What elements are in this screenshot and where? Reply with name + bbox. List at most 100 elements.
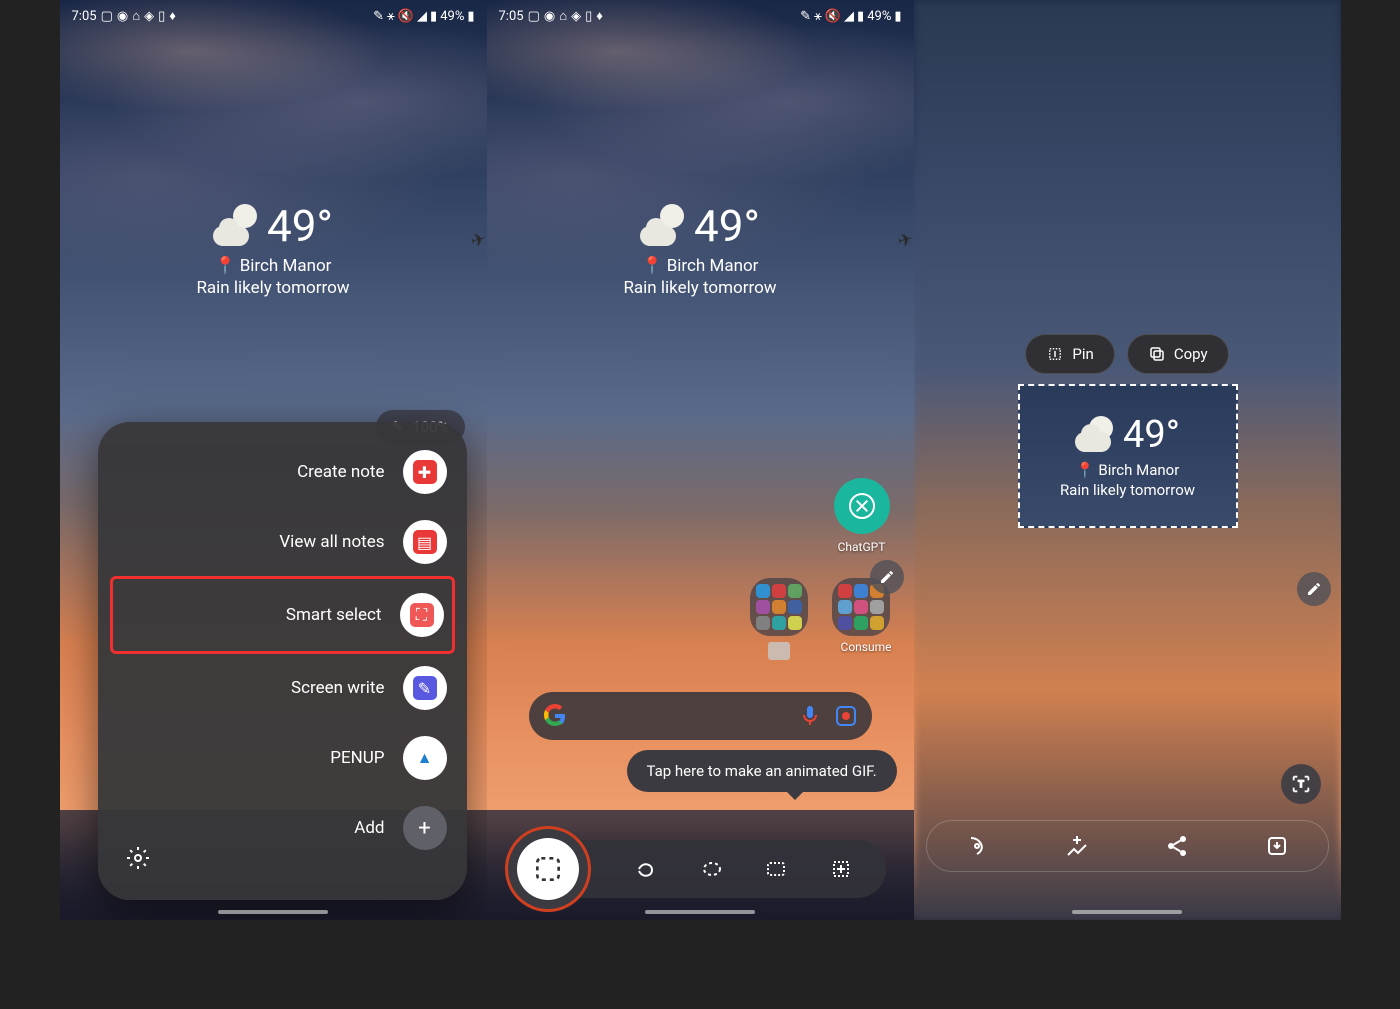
- copy-chip-icon: [1148, 345, 1166, 363]
- rect-select-button[interactable]: [505, 826, 591, 912]
- share-icon[interactable]: [1165, 834, 1189, 858]
- extract-text-button[interactable]: T: [1281, 764, 1321, 804]
- battery-icon: ▮: [894, 9, 901, 24]
- app-icon: ♦: [596, 8, 603, 24]
- google-search-bar[interactable]: [529, 692, 872, 740]
- wifi-icon: ◢: [417, 9, 427, 24]
- weather-icon: [640, 204, 684, 248]
- mute-icon: 🔇: [398, 9, 414, 24]
- ac-penup[interactable]: PENUP ▲: [118, 736, 447, 780]
- save-icon[interactable]: [1265, 834, 1289, 858]
- signal-icon: ▮: [857, 9, 864, 24]
- gallery-icon: ▢: [528, 9, 540, 24]
- ac-label: Screen write: [291, 678, 384, 698]
- ac-create-note[interactable]: Create note ✚: [118, 450, 447, 494]
- edit-button[interactable]: [1297, 572, 1331, 606]
- edit-button[interactable]: [870, 560, 904, 594]
- home-icon: ⌂: [132, 8, 140, 24]
- weather-location: 📍 Birch Manor: [487, 256, 914, 276]
- pin-copy-actions: Pin Copy: [914, 334, 1341, 374]
- oval-icon[interactable]: [700, 857, 724, 881]
- panel-selection-result: Pin Copy 49° 📍 Birch Manor Rain likely t…: [914, 0, 1341, 920]
- air-command-menu: Create note ✚ View all notes ▤ Smart sel…: [98, 422, 467, 900]
- screen-write-icon: ✎: [413, 676, 437, 700]
- nav-indicator[interactable]: [645, 910, 755, 914]
- battery-icon: ▮: [467, 9, 474, 24]
- gif-tooltip: Tap here to make an animated GIF.: [627, 750, 897, 792]
- pin-icon: 📍: [215, 256, 236, 276]
- battery-icon: ▯: [585, 9, 592, 24]
- smart-select-icon: ⛶: [410, 603, 434, 627]
- ac-label: Create note: [297, 462, 384, 482]
- svg-text:T: T: [1298, 780, 1304, 790]
- temperature: 49°: [267, 200, 333, 252]
- app-label: ChatGPT: [834, 540, 890, 554]
- panel-air-command: 7:05 ▢ ◉ ⌂ ◈ ▯ ♦ ✎ ⚹ 🔇 ◢ ▮ 49% ▮ 49° 📍 B…: [60, 0, 487, 920]
- gallery-icon: ▢: [101, 9, 113, 24]
- weather-icon: [1075, 416, 1113, 454]
- ac-smart-select[interactable]: Smart select ⛶: [121, 593, 444, 637]
- note-plus-icon: ✚: [413, 460, 437, 484]
- weather-location: 📍 Birch Manor: [60, 256, 487, 276]
- plus-icon: +: [413, 816, 437, 840]
- status-bar: 7:05 ▢ ◉ ⌂ ◈ ▯ ♦ ✎ ⚹ 🔇 ◢ ▮ 49% ▮: [487, 0, 914, 32]
- rect-icon: [532, 853, 564, 885]
- battery-percent: 49%: [440, 9, 464, 24]
- weather-icon: [213, 204, 257, 248]
- ac-add[interactable]: Add +: [118, 806, 447, 850]
- camera-icon[interactable]: [768, 642, 790, 660]
- nav-indicator[interactable]: [218, 910, 328, 914]
- pin-button[interactable]: Pin: [1025, 334, 1114, 374]
- shield-icon: ◈: [571, 9, 581, 24]
- status-bar: 7:05 ▢ ◉ ⌂ ◈ ▯ ♦ ✎ ⚹ 🔇 ◢ ▮ 49% ▮: [60, 0, 487, 32]
- extract-icon[interactable]: [965, 834, 989, 858]
- ac-label: PENUP: [330, 748, 384, 768]
- ac-view-notes[interactable]: View all notes ▤: [118, 520, 447, 564]
- panel-smart-select: 7:05 ▢ ◉ ⌂ ◈ ▯ ♦ ✎ ⚹ 🔇 ◢ ▮ 49% ▮ 49° 📍 B…: [487, 0, 914, 920]
- penup-icon: ▲: [413, 746, 437, 770]
- bluetooth-icon: ⚹: [387, 9, 395, 24]
- ac-screen-write[interactable]: Screen write ✎: [118, 666, 447, 710]
- extract-text-icon: T: [1290, 773, 1312, 795]
- pin-select-icon[interactable]: [829, 857, 853, 881]
- app-folder[interactable]: [750, 578, 808, 636]
- draw-icon[interactable]: [1065, 834, 1089, 858]
- action-bar: [926, 820, 1329, 872]
- copy-button[interactable]: Copy: [1127, 334, 1229, 374]
- weather-location: 📍 Birch Manor: [1076, 461, 1180, 479]
- ac-label: Add: [354, 818, 384, 838]
- wifi-icon: ◢: [844, 9, 854, 24]
- mic-icon[interactable]: [798, 704, 822, 728]
- smart-select-highlight: Smart select ⛶: [110, 576, 455, 654]
- pen-status-icon: ✎: [800, 9, 811, 24]
- weather-forecast: Rain likely tomorrow: [487, 278, 914, 298]
- app-chatgpt[interactable]: ChatGPT: [834, 478, 890, 554]
- folder-label: Consume: [841, 640, 892, 654]
- app-icon: ♦: [169, 8, 176, 24]
- weather-forecast: Rain likely tomorrow: [60, 278, 487, 298]
- pin-icon: 📍: [1076, 461, 1095, 479]
- pen-status-icon: ✎: [373, 9, 384, 24]
- nav-indicator[interactable]: [1072, 910, 1182, 914]
- pin-icon: 📍: [642, 256, 663, 276]
- temperature: 49°: [1123, 413, 1180, 457]
- ac-label: Smart select: [286, 605, 382, 625]
- weather-widget[interactable]: 49° 📍 Birch Manor Rain likely tomorrow: [60, 200, 487, 298]
- pin-chip-icon: [1046, 345, 1064, 363]
- temperature: 49°: [694, 200, 760, 252]
- lens-icon[interactable]: [834, 704, 858, 728]
- selection-preview[interactable]: 49° 📍 Birch Manor Rain likely tomorrow: [1018, 384, 1238, 528]
- shield-icon: ◈: [144, 9, 154, 24]
- notes-icon: ▤: [413, 530, 437, 554]
- gif-icon[interactable]: [764, 857, 788, 881]
- mute-icon: 🔇: [825, 9, 841, 24]
- google-icon: [543, 704, 567, 728]
- settings-button[interactable]: [126, 846, 150, 870]
- chatgpt-icon: [834, 478, 890, 534]
- battery-percent: 49%: [867, 9, 891, 24]
- status-time: 7:05: [72, 9, 97, 24]
- lasso-icon[interactable]: [635, 857, 659, 881]
- signal-icon: ▮: [430, 9, 437, 24]
- weather-widget[interactable]: 49° 📍 Birch Manor Rain likely tomorrow: [487, 200, 914, 298]
- messenger-icon: ◉: [544, 9, 555, 24]
